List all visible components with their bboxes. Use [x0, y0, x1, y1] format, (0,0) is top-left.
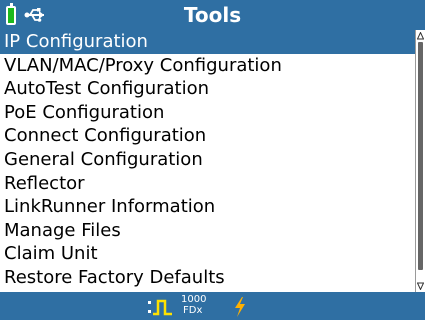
- status-bar: 1000 FDx: [0, 292, 425, 320]
- scrollbar-thumb[interactable]: [418, 42, 423, 270]
- link-duplex-value: FDx: [183, 305, 203, 316]
- battery-icon: [6, 3, 16, 25]
- tools-screen: Tools IP Configuration VLAN/MAC/Proxy Co…: [0, 0, 425, 320]
- menu-item-claim-unit[interactable]: Claim Unit: [0, 242, 415, 266]
- scroll-down-arrow-icon[interactable]: [417, 282, 424, 290]
- menu-item-poe-configuration[interactable]: PoE Configuration: [0, 101, 415, 125]
- link-speed-value: 1000: [181, 294, 207, 305]
- menu-item-autotest-configuration[interactable]: AutoTest Configuration: [0, 77, 415, 101]
- menu-item-reflector[interactable]: Reflector: [0, 172, 415, 196]
- power-bolt-icon: [235, 297, 245, 317]
- scroll-up-arrow-icon[interactable]: [417, 32, 424, 40]
- link-speed-indicator: 1000 FDx: [181, 294, 206, 316]
- menu-item-general-configuration[interactable]: General Configuration: [0, 148, 415, 172]
- title-bar: Tools: [0, 0, 425, 30]
- menu-item-restore-factory-defaults[interactable]: Restore Factory Defaults: [0, 266, 415, 290]
- menu-item-connect-configuration[interactable]: Connect Configuration: [0, 124, 415, 148]
- link-pulse-icon: [148, 299, 172, 316]
- menu-item-linkrunner-information[interactable]: LinkRunner Information: [0, 195, 415, 219]
- vertical-scrollbar[interactable]: [415, 30, 425, 292]
- tools-menu-list: IP Configuration VLAN/MAC/Proxy Configur…: [0, 30, 415, 292]
- usb-icon: [24, 8, 44, 22]
- menu-item-manage-files[interactable]: Manage Files: [0, 219, 415, 243]
- page-title: Tools: [183, 3, 242, 27]
- menu-item-vlan-mac-proxy-configuration[interactable]: VLAN/MAC/Proxy Configuration: [0, 54, 415, 78]
- menu-item-ip-configuration[interactable]: IP Configuration: [0, 30, 415, 54]
